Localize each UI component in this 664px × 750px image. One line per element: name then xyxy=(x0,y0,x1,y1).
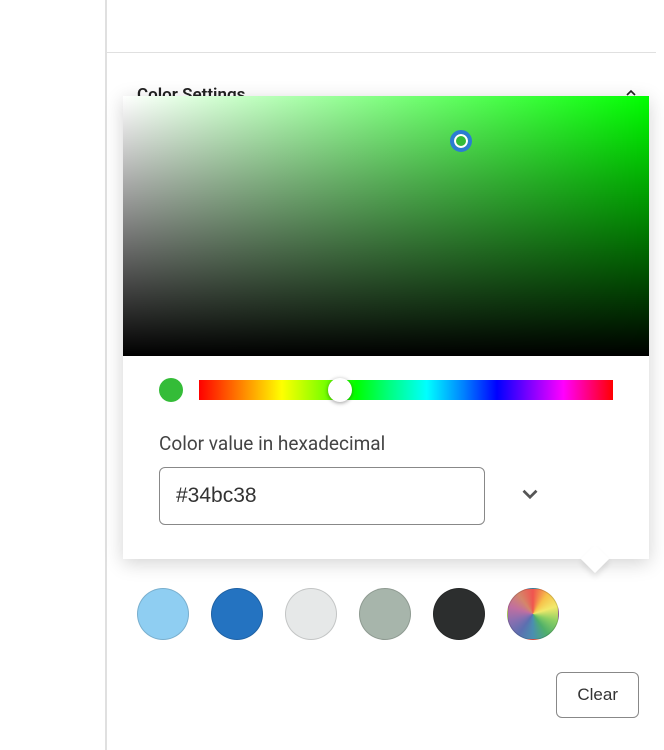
hue-slider[interactable] xyxy=(199,380,613,400)
clear-row: Clear xyxy=(556,672,639,718)
swatch-blue[interactable] xyxy=(211,588,263,640)
hue-handle[interactable] xyxy=(328,378,352,402)
format-dropdown-button[interactable] xyxy=(509,473,551,519)
swatches-row xyxy=(137,588,639,640)
current-color-swatch xyxy=(159,378,183,402)
hex-block: Color value in hexadecimal xyxy=(123,402,649,559)
settings-panel: Color Settings Color value in hexadecima… xyxy=(107,0,664,750)
swatch-sage[interactable] xyxy=(359,588,411,640)
swatch-light-blue[interactable] xyxy=(137,588,189,640)
saturation-handle[interactable] xyxy=(450,130,472,152)
top-divider xyxy=(107,52,656,53)
hex-label: Color value in hexadecimal xyxy=(159,432,613,455)
swatch-dark-gray[interactable] xyxy=(433,588,485,640)
hue-row xyxy=(123,356,649,402)
swatch-light-gray[interactable] xyxy=(285,588,337,640)
swatch-custom[interactable] xyxy=(507,588,559,640)
clear-button[interactable]: Clear xyxy=(556,672,639,718)
hex-row xyxy=(159,467,613,525)
saturation-area[interactable] xyxy=(123,96,649,356)
color-picker-popover: Color value in hexadecimal xyxy=(123,96,649,559)
hex-input[interactable] xyxy=(159,467,485,525)
